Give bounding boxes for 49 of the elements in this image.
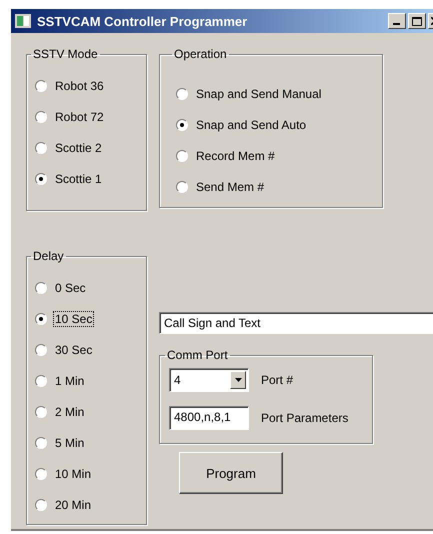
radio-button[interactable] (35, 436, 47, 448)
radio-button[interactable] (35, 344, 47, 356)
group-title: Comm Port (166, 348, 229, 362)
input-field[interactable]: Call Sign and Text (159, 312, 433, 334)
input-field[interactable]: 4800,n,8,1 (169, 406, 249, 430)
radio-button[interactable] (35, 172, 47, 184)
radio-label: 1 Min (54, 372, 86, 388)
radio-label: 0 Sec (54, 280, 87, 296)
group-title: Operation (173, 47, 228, 61)
minimize-button[interactable] (388, 13, 406, 29)
program-button[interactable]: Program (179, 452, 283, 494)
radio-label: 5 Min (54, 434, 86, 450)
app-icon (15, 14, 31, 28)
radio-label: Snap and Send Manual (195, 86, 322, 102)
radio-button[interactable] (176, 150, 188, 162)
radio-button[interactable] (35, 374, 47, 386)
radio-label: 30 Sec (54, 342, 94, 358)
radio-label: 2 Min (54, 404, 86, 420)
radio-label: Scottie 1 (54, 170, 103, 186)
radio-label: 10 Sec (53, 310, 94, 326)
field-label: Port # (261, 373, 294, 387)
maximize-button[interactable] (408, 13, 426, 29)
caret-icon (234, 378, 242, 382)
window-title: SSTVCAM Controller Programmer (37, 14, 248, 28)
radio-label: 20 Min (54, 496, 92, 512)
radio-button[interactable] (35, 110, 47, 122)
radio-button[interactable] (176, 118, 188, 130)
radio-button[interactable] (35, 282, 47, 294)
radio-label: Scottie 2 (54, 140, 103, 156)
radio-label: Robot 72 (54, 108, 105, 124)
field-label: Port Parameters (261, 411, 348, 425)
port-dropdown[interactable]: 4 (169, 368, 249, 392)
radio-label: Send Mem # (195, 178, 266, 194)
radio-button[interactable] (35, 498, 47, 510)
radio-button[interactable] (35, 312, 47, 324)
radio-button[interactable] (35, 80, 47, 92)
radio-button[interactable] (176, 88, 188, 100)
radio-button[interactable] (176, 180, 188, 192)
radio-button[interactable] (35, 406, 47, 418)
radio-button[interactable] (35, 142, 47, 154)
radio-label: Robot 36 (54, 78, 105, 94)
maximize-icon (412, 16, 422, 26)
group-title: Delay (32, 249, 65, 263)
radio-button[interactable] (35, 468, 47, 480)
radio-label: 10 Min (54, 466, 92, 482)
radio-label: Record Mem # (195, 148, 276, 164)
radio-label: Snap and Send Auto (195, 116, 308, 132)
group-title: SSTV Mode (32, 47, 99, 61)
dropdown-value: 4 (174, 373, 181, 387)
